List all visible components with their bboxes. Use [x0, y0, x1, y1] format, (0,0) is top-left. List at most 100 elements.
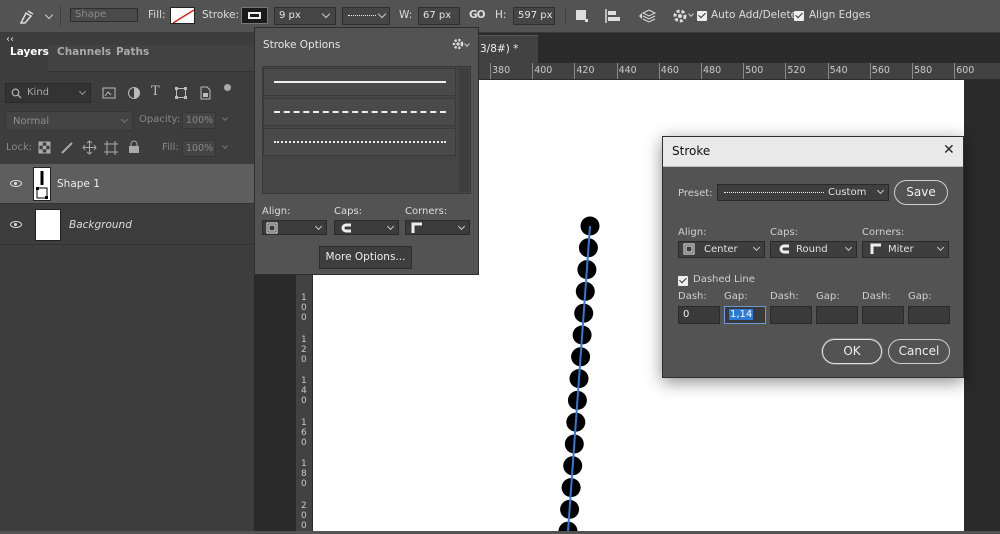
chevron-down-icon — [876, 186, 885, 195]
kind-filter-value: Kind — [27, 87, 50, 98]
dash-3-field[interactable] — [862, 306, 904, 324]
visibility-eye-icon[interactable] — [10, 180, 22, 187]
preset-dashed-line[interactable] — [263, 98, 456, 126]
tab-layers[interactable]: Layers — [10, 46, 49, 58]
dialog-titlebar[interactable]: Stroke ✕ — [663, 137, 963, 167]
filter-adjustment-icon[interactable] — [127, 86, 141, 100]
ruler-tick — [574, 63, 576, 79]
gap-1-field[interactable]: 1,14 — [724, 306, 766, 324]
align-center-icon — [683, 243, 695, 255]
gap-1-label: Gap: — [724, 291, 748, 302]
chevron-down-icon — [314, 222, 323, 231]
close-icon[interactable]: ✕ — [943, 142, 955, 158]
preset-dropdown[interactable]: Custom — [717, 184, 889, 201]
caps-label: Caps: — [770, 227, 799, 238]
presets-scrollbar[interactable] — [459, 68, 469, 192]
path-operations-icon[interactable] — [574, 8, 590, 24]
dash-2-field[interactable] — [770, 306, 812, 324]
settings-chevron-icon[interactable] — [688, 11, 694, 17]
ruler-tick-label: 520 — [787, 65, 806, 76]
caps-dropdown[interactable] — [334, 220, 399, 235]
divider — [60, 6, 61, 26]
round-cap-icon — [779, 244, 789, 254]
ruler-horizontal[interactable]: 380 400 420 440 460 480 500 520 540 560 580 600 — [478, 63, 1000, 80]
corners-dropdown[interactable]: Miter — [862, 241, 949, 258]
ruler-tick-label: 1 6 0 — [301, 417, 307, 448]
gap-3-field[interactable] — [908, 306, 950, 324]
chevron-down-icon — [120, 115, 129, 124]
align-edges-label: Align Edges — [809, 9, 871, 21]
caps-dropdown[interactable]: Round — [770, 241, 857, 258]
dashed-line-checkbox[interactable] — [678, 276, 688, 286]
layer-name[interactable]: Background — [69, 219, 132, 231]
chevron-down-icon — [386, 222, 395, 231]
ruler-tick — [743, 63, 745, 79]
lock-artboard-icon[interactable] — [104, 141, 118, 155]
ruler-tick-label: 2 0 0 — [301, 500, 307, 531]
tool-preset-chevron-icon[interactable] — [44, 10, 54, 20]
ruler-tick — [912, 63, 913, 79]
gear-icon[interactable] — [452, 38, 464, 50]
corners-value: Miter — [888, 244, 914, 255]
ruler-tick-label: 600 — [956, 65, 975, 76]
gap-2-field[interactable] — [816, 306, 858, 324]
align-dropdown[interactable]: Center — [678, 241, 765, 258]
filter-type-icon[interactable]: T — [151, 84, 160, 99]
lock-position-icon[interactable] — [82, 140, 97, 155]
fill-label: Fill: — [162, 142, 179, 153]
opacity-field[interactable]: 100% — [182, 112, 216, 129]
divider — [565, 6, 566, 26]
ruler-tick-label: 400 — [534, 65, 553, 76]
filter-smart-object-icon[interactable] — [198, 86, 212, 100]
align-dropdown[interactable] — [262, 220, 327, 235]
corners-label: Corners: — [405, 206, 448, 217]
path-alignment-icon[interactable] — [604, 8, 622, 24]
stroke-dialog: Stroke ✕ Preset: Custom Save Align: Caps… — [662, 136, 964, 378]
ruler-tick-label: 380 — [492, 65, 511, 76]
path-arrangement-icon[interactable] — [637, 7, 659, 25]
lock-image-pixels-icon[interactable] — [60, 141, 74, 155]
align-value: Center — [704, 244, 738, 255]
pen-tool-icon[interactable] — [18, 8, 38, 26]
auto-add-delete-checkbox[interactable] — [697, 11, 707, 21]
dash-1-field[interactable]: 0 — [678, 306, 720, 324]
align-edges-checkbox[interactable] — [794, 11, 804, 21]
preset-solid-line[interactable] — [263, 68, 456, 96]
tool-mode-select[interactable]: Shape — [70, 8, 138, 22]
fill-swatch-none[interactable] — [170, 7, 195, 24]
link-dimensions-icon[interactable]: GO — [469, 9, 486, 21]
lock-all-icon[interactable] — [128, 140, 140, 154]
corners-dropdown[interactable] — [405, 220, 470, 235]
settings-chevron-icon[interactable] — [464, 41, 470, 47]
preset-dotted-line[interactable] — [263, 128, 456, 156]
align-label: Align: — [678, 227, 707, 238]
cancel-button[interactable]: Cancel — [888, 339, 950, 364]
filter-toggle-icon[interactable] — [224, 84, 231, 91]
layer-name[interactable]: Shape 1 — [57, 178, 100, 190]
more-options-button[interactable]: More Options... — [319, 246, 412, 269]
save-button[interactable]: Save — [894, 180, 948, 205]
options-bar: Shape Fill: Stroke: 9 px W: 67 px GO H: … — [0, 0, 1000, 33]
stroke-swatch[interactable] — [241, 7, 268, 24]
gear-icon[interactable] — [672, 8, 688, 24]
tab-paths[interactable]: Paths — [116, 46, 149, 58]
layer-kind-filter[interactable]: Kind — [5, 83, 91, 103]
ruler-tick-label: 540 — [829, 65, 848, 76]
blend-mode-select[interactable]: Normal — [5, 111, 133, 131]
ruler-tick-label: 460 — [660, 65, 679, 76]
document-tab[interactable]: 3/8#) * — [478, 35, 538, 63]
height-field[interactable]: 597 px — [513, 7, 555, 25]
filter-shape-icon[interactable] — [174, 86, 188, 100]
lock-transparent-pixels-icon[interactable] — [38, 141, 51, 154]
width-field[interactable]: 67 px — [418, 7, 460, 25]
layer-row-background[interactable]: Background — [0, 205, 254, 245]
collapse-panels-icon[interactable]: ‹‹ — [6, 34, 14, 45]
layer-row-shape-1[interactable]: Shape 1 — [0, 164, 254, 204]
opacity-label: Opacity: — [139, 114, 181, 125]
tab-channels[interactable]: Channels — [57, 46, 111, 58]
ok-button[interactable]: OK — [822, 339, 882, 364]
filter-pixel-icon[interactable] — [102, 86, 116, 100]
ruler-tick-label: 480 — [703, 65, 722, 76]
fill-opacity-field[interactable]: 100% — [182, 140, 216, 157]
visibility-eye-icon[interactable] — [10, 221, 22, 228]
